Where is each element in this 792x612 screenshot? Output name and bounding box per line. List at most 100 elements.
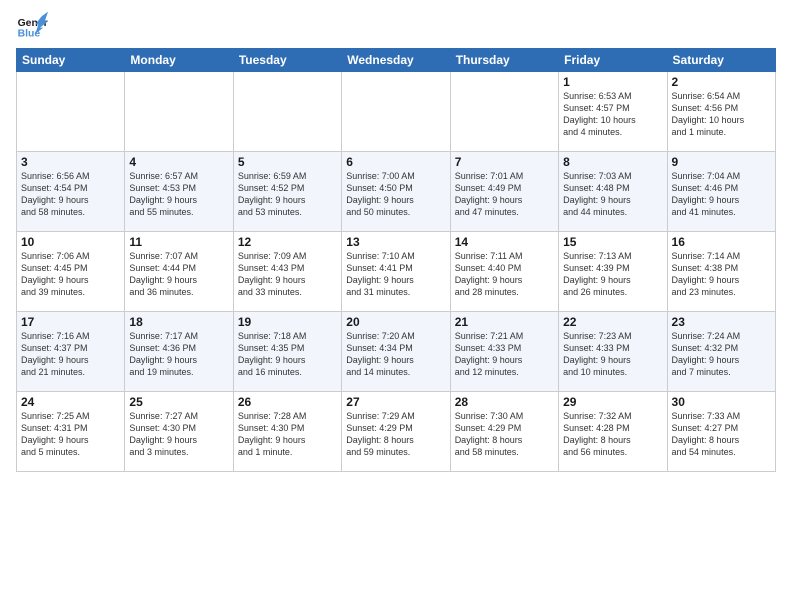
calendar-cell: 23Sunrise: 7:24 AM Sunset: 4:32 PM Dayli… [667, 312, 775, 392]
calendar-cell: 24Sunrise: 7:25 AM Sunset: 4:31 PM Dayli… [17, 392, 125, 472]
day-info: Sunrise: 7:18 AM Sunset: 4:35 PM Dayligh… [238, 330, 337, 379]
day-number: 10 [21, 235, 120, 249]
calendar-cell: 4Sunrise: 6:57 AM Sunset: 4:53 PM Daylig… [125, 152, 233, 232]
calendar-cell: 3Sunrise: 6:56 AM Sunset: 4:54 PM Daylig… [17, 152, 125, 232]
week-row-2: 3Sunrise: 6:56 AM Sunset: 4:54 PM Daylig… [17, 152, 776, 232]
calendar-cell: 7Sunrise: 7:01 AM Sunset: 4:49 PM Daylig… [450, 152, 558, 232]
day-number: 18 [129, 315, 228, 329]
day-number: 8 [563, 155, 662, 169]
day-info: Sunrise: 7:28 AM Sunset: 4:30 PM Dayligh… [238, 410, 337, 459]
weekday-header-monday: Monday [125, 49, 233, 72]
calendar-cell: 10Sunrise: 7:06 AM Sunset: 4:45 PM Dayli… [17, 232, 125, 312]
day-number: 2 [672, 75, 771, 89]
calendar-cell [450, 72, 558, 152]
day-number: 20 [346, 315, 445, 329]
week-row-5: 24Sunrise: 7:25 AM Sunset: 4:31 PM Dayli… [17, 392, 776, 472]
calendar-cell [125, 72, 233, 152]
day-number: 9 [672, 155, 771, 169]
calendar-cell: 26Sunrise: 7:28 AM Sunset: 4:30 PM Dayli… [233, 392, 341, 472]
weekday-header-tuesday: Tuesday [233, 49, 341, 72]
day-number: 23 [672, 315, 771, 329]
weekday-header-thursday: Thursday [450, 49, 558, 72]
day-info: Sunrise: 7:04 AM Sunset: 4:46 PM Dayligh… [672, 170, 771, 219]
page-container: General Blue SundayMondayTuesdayWednesda… [0, 0, 792, 478]
day-number: 3 [21, 155, 120, 169]
day-number: 14 [455, 235, 554, 249]
day-number: 6 [346, 155, 445, 169]
week-row-4: 17Sunrise: 7:16 AM Sunset: 4:37 PM Dayli… [17, 312, 776, 392]
calendar-cell: 19Sunrise: 7:18 AM Sunset: 4:35 PM Dayli… [233, 312, 341, 392]
calendar-cell: 2Sunrise: 6:54 AM Sunset: 4:56 PM Daylig… [667, 72, 775, 152]
day-info: Sunrise: 7:23 AM Sunset: 4:33 PM Dayligh… [563, 330, 662, 379]
day-info: Sunrise: 6:54 AM Sunset: 4:56 PM Dayligh… [672, 90, 771, 139]
week-row-3: 10Sunrise: 7:06 AM Sunset: 4:45 PM Dayli… [17, 232, 776, 312]
calendar-cell: 21Sunrise: 7:21 AM Sunset: 4:33 PM Dayli… [450, 312, 558, 392]
day-info: Sunrise: 7:27 AM Sunset: 4:30 PM Dayligh… [129, 410, 228, 459]
day-info: Sunrise: 7:10 AM Sunset: 4:41 PM Dayligh… [346, 250, 445, 299]
calendar-cell: 18Sunrise: 7:17 AM Sunset: 4:36 PM Dayli… [125, 312, 233, 392]
calendar-cell: 22Sunrise: 7:23 AM Sunset: 4:33 PM Dayli… [559, 312, 667, 392]
day-number: 27 [346, 395, 445, 409]
header: General Blue [16, 10, 776, 42]
day-number: 21 [455, 315, 554, 329]
calendar-cell: 5Sunrise: 6:59 AM Sunset: 4:52 PM Daylig… [233, 152, 341, 232]
calendar-cell: 17Sunrise: 7:16 AM Sunset: 4:37 PM Dayli… [17, 312, 125, 392]
day-number: 17 [21, 315, 120, 329]
calendar-cell: 28Sunrise: 7:30 AM Sunset: 4:29 PM Dayli… [450, 392, 558, 472]
day-number: 16 [672, 235, 771, 249]
calendar-cell [17, 72, 125, 152]
day-info: Sunrise: 7:06 AM Sunset: 4:45 PM Dayligh… [21, 250, 120, 299]
calendar-cell: 30Sunrise: 7:33 AM Sunset: 4:27 PM Dayli… [667, 392, 775, 472]
day-info: Sunrise: 7:29 AM Sunset: 4:29 PM Dayligh… [346, 410, 445, 459]
day-info: Sunrise: 7:14 AM Sunset: 4:38 PM Dayligh… [672, 250, 771, 299]
day-number: 28 [455, 395, 554, 409]
day-info: Sunrise: 7:17 AM Sunset: 4:36 PM Dayligh… [129, 330, 228, 379]
day-info: Sunrise: 7:00 AM Sunset: 4:50 PM Dayligh… [346, 170, 445, 219]
day-number: 29 [563, 395, 662, 409]
day-info: Sunrise: 7:16 AM Sunset: 4:37 PM Dayligh… [21, 330, 120, 379]
calendar-cell: 8Sunrise: 7:03 AM Sunset: 4:48 PM Daylig… [559, 152, 667, 232]
calendar-cell: 11Sunrise: 7:07 AM Sunset: 4:44 PM Dayli… [125, 232, 233, 312]
calendar-cell: 1Sunrise: 6:53 AM Sunset: 4:57 PM Daylig… [559, 72, 667, 152]
day-number: 25 [129, 395, 228, 409]
day-number: 12 [238, 235, 337, 249]
day-info: Sunrise: 6:59 AM Sunset: 4:52 PM Dayligh… [238, 170, 337, 219]
day-info: Sunrise: 7:24 AM Sunset: 4:32 PM Dayligh… [672, 330, 771, 379]
day-number: 11 [129, 235, 228, 249]
day-number: 4 [129, 155, 228, 169]
weekday-header-row: SundayMondayTuesdayWednesdayThursdayFrid… [17, 49, 776, 72]
calendar-cell: 15Sunrise: 7:13 AM Sunset: 4:39 PM Dayli… [559, 232, 667, 312]
calendar-cell: 29Sunrise: 7:32 AM Sunset: 4:28 PM Dayli… [559, 392, 667, 472]
day-number: 13 [346, 235, 445, 249]
logo-icon: General Blue [16, 10, 48, 42]
weekday-header-saturday: Saturday [667, 49, 775, 72]
day-info: Sunrise: 7:33 AM Sunset: 4:27 PM Dayligh… [672, 410, 771, 459]
calendar-cell: 20Sunrise: 7:20 AM Sunset: 4:34 PM Dayli… [342, 312, 450, 392]
calendar-cell: 25Sunrise: 7:27 AM Sunset: 4:30 PM Dayli… [125, 392, 233, 472]
day-info: Sunrise: 7:11 AM Sunset: 4:40 PM Dayligh… [455, 250, 554, 299]
day-info: Sunrise: 7:01 AM Sunset: 4:49 PM Dayligh… [455, 170, 554, 219]
calendar-cell: 9Sunrise: 7:04 AM Sunset: 4:46 PM Daylig… [667, 152, 775, 232]
day-info: Sunrise: 6:57 AM Sunset: 4:53 PM Dayligh… [129, 170, 228, 219]
calendar-cell: 6Sunrise: 7:00 AM Sunset: 4:50 PM Daylig… [342, 152, 450, 232]
day-number: 24 [21, 395, 120, 409]
day-info: Sunrise: 7:13 AM Sunset: 4:39 PM Dayligh… [563, 250, 662, 299]
calendar-cell: 12Sunrise: 7:09 AM Sunset: 4:43 PM Dayli… [233, 232, 341, 312]
day-number: 7 [455, 155, 554, 169]
day-info: Sunrise: 7:25 AM Sunset: 4:31 PM Dayligh… [21, 410, 120, 459]
day-number: 26 [238, 395, 337, 409]
day-info: Sunrise: 7:30 AM Sunset: 4:29 PM Dayligh… [455, 410, 554, 459]
day-info: Sunrise: 6:56 AM Sunset: 4:54 PM Dayligh… [21, 170, 120, 219]
day-info: Sunrise: 6:53 AM Sunset: 4:57 PM Dayligh… [563, 90, 662, 139]
week-row-1: 1Sunrise: 6:53 AM Sunset: 4:57 PM Daylig… [17, 72, 776, 152]
calendar-cell: 16Sunrise: 7:14 AM Sunset: 4:38 PM Dayli… [667, 232, 775, 312]
calendar-table: SundayMondayTuesdayWednesdayThursdayFrid… [16, 48, 776, 472]
logo: General Blue [16, 10, 48, 42]
day-info: Sunrise: 7:03 AM Sunset: 4:48 PM Dayligh… [563, 170, 662, 219]
day-info: Sunrise: 7:20 AM Sunset: 4:34 PM Dayligh… [346, 330, 445, 379]
day-number: 1 [563, 75, 662, 89]
day-info: Sunrise: 7:32 AM Sunset: 4:28 PM Dayligh… [563, 410, 662, 459]
day-number: 19 [238, 315, 337, 329]
calendar-cell: 14Sunrise: 7:11 AM Sunset: 4:40 PM Dayli… [450, 232, 558, 312]
day-info: Sunrise: 7:21 AM Sunset: 4:33 PM Dayligh… [455, 330, 554, 379]
